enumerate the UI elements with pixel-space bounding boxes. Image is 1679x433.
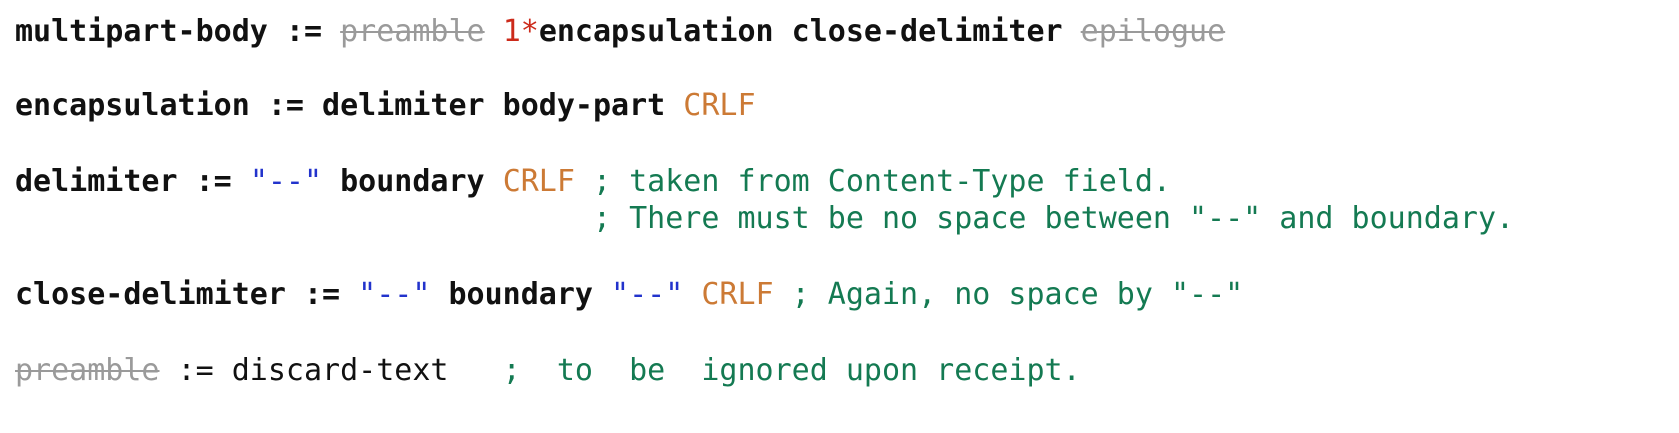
token-comment: ; taken from Content-Type field. — [574, 164, 1171, 199]
rule-encapsulation: encapsulation := delimiter body-part CRL… — [15, 87, 756, 125]
token-terminal: CRLF — [683, 88, 756, 123]
token-plain: := discard-text — [159, 353, 503, 388]
rule-delimiter-comment: ; There must be no space between "--" an… — [15, 200, 1514, 238]
token-bold: boundary — [430, 277, 612, 312]
token-bold: close-delimiter := — [15, 277, 359, 312]
token-bold: delimiter := — [15, 164, 250, 199]
token-deprecated: preamble — [15, 353, 160, 388]
token-comment: ; There must be no space between "--" an… — [592, 201, 1515, 236]
token-literal: "--" — [358, 277, 431, 312]
token-bold: encapsulation close-delimiter — [538, 14, 1063, 49]
token-comment: ; Again, no space by "--" — [773, 277, 1244, 312]
rule-delimiter: delimiter := "--" boundary CRLF ; taken … — [15, 163, 1171, 201]
token-comment: ; to be ignored upon receipt. — [502, 353, 1081, 388]
token-literal: "--" — [611, 277, 684, 312]
token-literal: "--" — [249, 164, 323, 199]
token-bold: := — [267, 14, 341, 49]
token-deprecated: preamble — [340, 14, 485, 49]
token-deprecated: epilogue — [1080, 14, 1226, 49]
token-terminal: CRLF — [701, 277, 774, 312]
rule-close-delimiter: close-delimiter := "--" boundary "--" CR… — [15, 276, 1243, 314]
token-repeat: 1* — [502, 14, 539, 49]
rule-multipart-body: multipart-body := preamble 1*encapsulati… — [15, 13, 1225, 51]
token-bold: boundary — [322, 164, 503, 199]
token-bold: encapsulation := delimiter body-part — [15, 88, 666, 123]
token-terminal: CRLF — [502, 164, 575, 199]
token-bold: multipart-body — [15, 14, 268, 49]
rule-preamble: preamble := discard-text ; to be ignored… — [15, 352, 1081, 390]
